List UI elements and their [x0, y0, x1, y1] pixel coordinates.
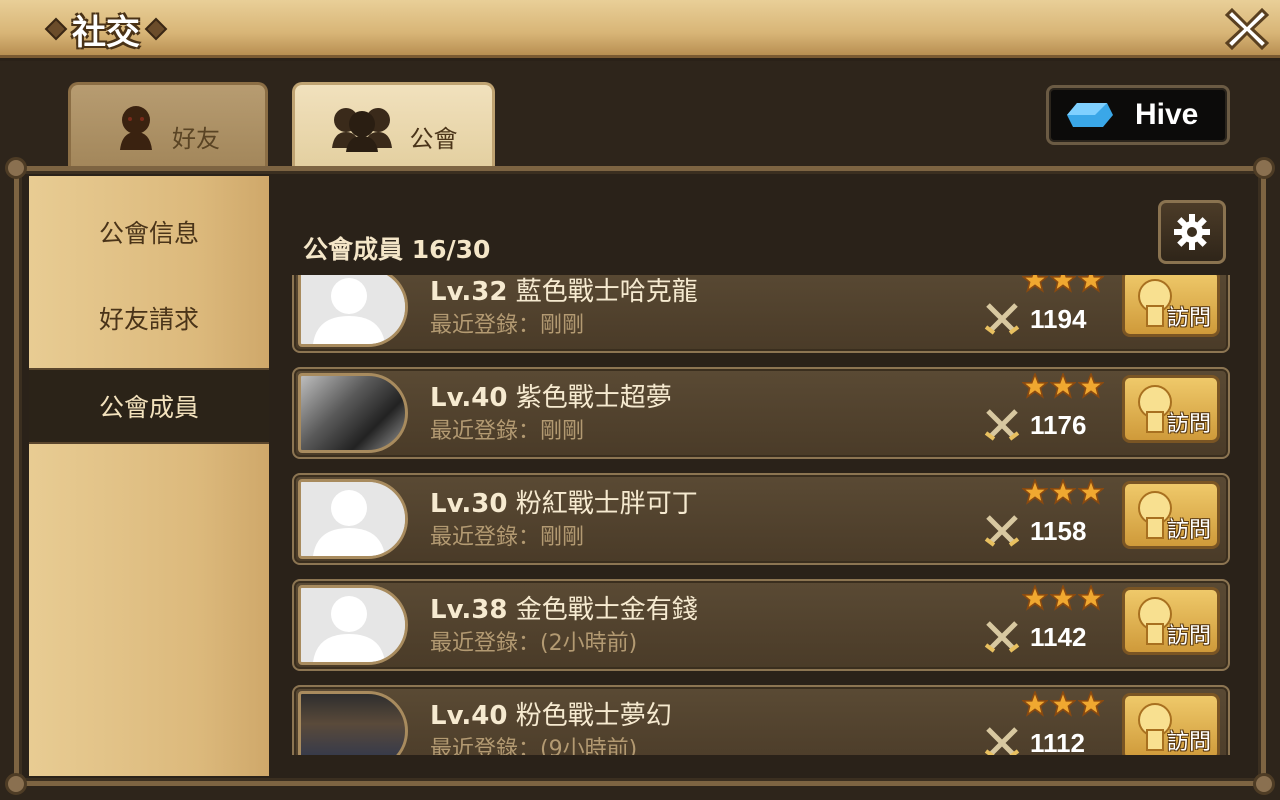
close-icon: [1224, 7, 1270, 51]
frame-corner-ornament: [1253, 773, 1275, 795]
header-title-group: 社交: [44, 6, 168, 53]
star-icon: [1050, 585, 1076, 611]
star-rating: [1022, 691, 1104, 717]
diamond-ornament-icon: [44, 17, 68, 41]
member-name: Lv.38 金色戰士金有錢: [430, 595, 698, 625]
star-icon: [1022, 275, 1048, 293]
star-icon: [1022, 479, 1048, 505]
sidebar: 公會信息 好友請求 公會成員: [29, 176, 269, 776]
member-last-login: 最近登錄：剛剛: [430, 419, 585, 444]
group-silhouette-icon: [331, 107, 392, 152]
diamond-ornament-icon: [144, 17, 168, 41]
member-last-login: 最近登錄：(9小時前): [430, 737, 638, 755]
member-last-login: 最近登錄：剛剛: [430, 525, 585, 550]
member-last-login: 最近登錄：剛剛: [430, 313, 585, 338]
member-name: Lv.30 粉紅戰士胖可丁: [430, 489, 698, 519]
frame-corner-ornament: [5, 157, 27, 179]
sidebar-item-label: 好友請求: [98, 305, 199, 334]
star-icon: [1078, 479, 1104, 505]
star-icon: [1078, 691, 1104, 717]
sidebar-item-guild-members[interactable]: 公會成員: [29, 368, 269, 444]
star-rating: [1022, 275, 1104, 293]
hive-button[interactable]: Hive: [1046, 85, 1230, 145]
star-icon: [1050, 373, 1076, 399]
page-title: 社交: [72, 12, 140, 53]
default-avatar-icon: [301, 482, 405, 556]
default-avatar[interactable]: [298, 275, 408, 347]
member-last-login: 最近登錄：(2小時前): [430, 631, 638, 656]
frame-corner-ornament: [5, 773, 27, 795]
default-avatar[interactable]: [298, 585, 408, 665]
sidebar-item-label: 公會信息: [98, 219, 199, 248]
default-avatar-icon: [301, 588, 405, 662]
battle-score: 1194: [984, 303, 1086, 335]
star-rating: [1022, 373, 1104, 399]
default-avatar[interactable]: [298, 479, 408, 559]
crossed-swords-icon: [984, 621, 1020, 653]
star-icon: [1022, 373, 1048, 399]
members-count-heading: 公會成員 16/30: [303, 235, 491, 264]
tab-guild[interactable]: 公會: [292, 82, 495, 170]
member-name: Lv.40 粉色戰士夢幻: [430, 701, 672, 731]
star-icon: [1078, 275, 1104, 293]
star-icon: [1050, 479, 1076, 505]
crossed-swords-icon: [984, 409, 1020, 441]
visit-button[interactable]: 訪問: [1122, 275, 1220, 337]
star-icon: [1022, 585, 1048, 611]
visit-button[interactable]: 訪問: [1122, 587, 1220, 655]
member-row: Lv.30 粉紅戰士胖可丁 最近登錄：剛剛 1158 訪問: [292, 473, 1230, 565]
member-row: Lv.40 粉色戰士夢幻 最近登錄：(9小時前) 1112 訪問: [292, 685, 1230, 755]
member-name: Lv.40 紫色戰士超夢: [430, 383, 672, 413]
header-bar: 社交: [0, 0, 1280, 58]
tab-friends-label: 好友: [172, 125, 220, 153]
member-row: Lv.32 藍色戰士哈克龍 最近登錄：剛剛 1194 訪問: [292, 275, 1230, 353]
tab-guild-label: 公會: [409, 125, 458, 153]
sidebar-item-label: 公會成員: [98, 393, 199, 422]
sidebar-item-friend-requests[interactable]: 好友請求: [29, 280, 269, 356]
member-name: Lv.32 藍色戰士哈克龍: [430, 277, 698, 307]
member-avatar-photo[interactable]: [298, 691, 408, 755]
person-silhouette-icon: [120, 105, 152, 150]
default-avatar-icon: [301, 275, 405, 344]
close-button[interactable]: [1222, 4, 1272, 54]
settings-button[interactable]: [1158, 200, 1226, 264]
tab-friends[interactable]: 好友: [68, 82, 268, 170]
battle-score: 1112: [984, 727, 1085, 755]
hive-label: Hive: [1135, 98, 1199, 131]
member-row: Lv.40 紫色戰士超夢 最近登錄：剛剛 1176 訪問: [292, 367, 1230, 459]
sidebar-item-guild-info[interactable]: 公會信息: [29, 194, 269, 270]
frame-corner-ornament: [1253, 157, 1275, 179]
battle-score: 1142: [984, 621, 1086, 653]
member-row: Lv.38 金色戰士金有錢 最近登錄：(2小時前) 1142 訪問: [292, 579, 1230, 671]
member-avatar-photo[interactable]: [298, 373, 408, 453]
battle-score: 1176: [984, 409, 1086, 441]
star-icon: [1022, 691, 1048, 717]
star-icon: [1078, 585, 1104, 611]
member-list[interactable]: Lv.32 藍色戰士哈克龍 最近登錄：剛剛 1194 訪問 Lv.40 紫色戰士…: [290, 275, 1232, 755]
star-icon: [1050, 691, 1076, 717]
gear-icon: [1174, 214, 1210, 250]
crossed-swords-icon: [984, 303, 1020, 335]
crossed-swords-icon: [984, 727, 1020, 755]
visit-button[interactable]: 訪問: [1122, 693, 1220, 755]
star-rating: [1022, 479, 1104, 505]
visit-button[interactable]: 訪問: [1122, 375, 1220, 443]
crossed-swords-icon: [984, 515, 1020, 547]
star-rating: [1022, 585, 1104, 611]
visit-button[interactable]: 訪問: [1122, 481, 1220, 549]
hive-logo-icon: [1067, 103, 1113, 127]
star-icon: [1050, 275, 1076, 293]
battle-score: 1158: [984, 515, 1086, 547]
star-icon: [1078, 373, 1104, 399]
